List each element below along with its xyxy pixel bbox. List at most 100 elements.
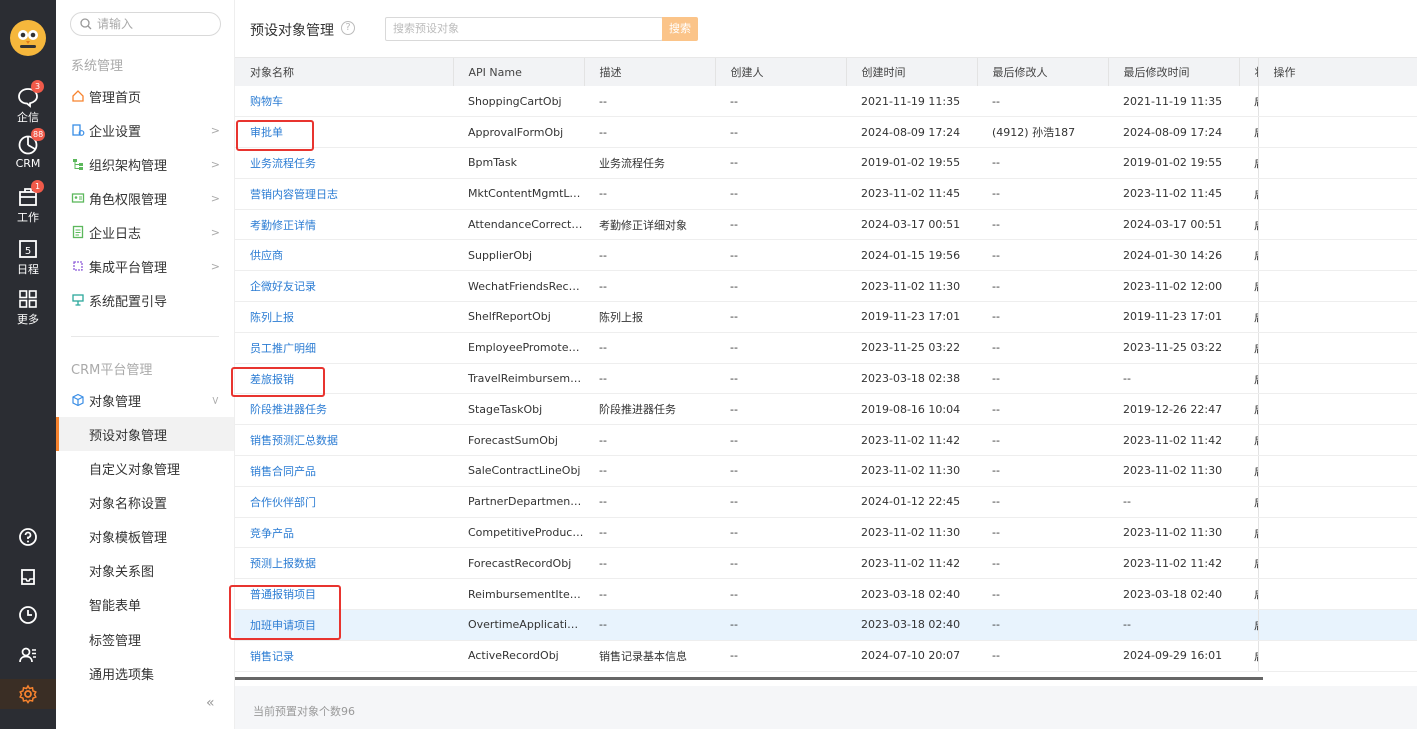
object-name-link[interactable]: 预测上报数据 — [235, 547, 453, 580]
sidebar-sub-preset-objects[interactable]: 预设对象管理 — [56, 417, 234, 451]
sidebar-search-input[interactable] — [97, 16, 215, 32]
sidebar-item-config-guide[interactable]: 系统配置引导 — [56, 283, 234, 317]
table-row[interactable]: 陈列上报 ShelfReportObj 陈列上报 -- 2019-11-23 17:01… — [235, 301, 1417, 333]
object-name-link[interactable]: 合作伙伴部门 — [235, 486, 453, 518]
collapse-sidebar-button[interactable]: « — [206, 695, 215, 711]
table-cell: -- — [715, 301, 846, 333]
object-name-link[interactable]: 购物车 — [235, 86, 453, 118]
table-cell: -- — [977, 547, 1108, 580]
sidebar-sub-custom-objects[interactable]: 自定义对象管理 — [56, 451, 234, 485]
help-circle-icon[interactable]: ? — [341, 21, 355, 35]
table-cell: 启 — [1239, 547, 1258, 580]
row-actions-cell[interactable] — [1257, 578, 1417, 611]
object-name-link[interactable]: 销售记录 — [235, 640, 453, 672]
sidebar-sub-option-sets[interactable]: 通用选项集 — [56, 656, 234, 690]
object-name-link[interactable]: 供应商 — [235, 239, 453, 272]
sidebar-item-logs[interactable]: 企业日志 > — [56, 215, 234, 249]
sidebar-sub-object-names[interactable]: 对象名称设置 — [56, 485, 234, 519]
table-row[interactable]: 考勤修正详情 AttendanceCorrectD... 考勤修正详细对象 -- 202… — [235, 209, 1417, 241]
table-row[interactable]: 竞争产品CompetitiveProductsObj----2023-11-02… — [235, 517, 1417, 549]
sidebar-sub-object-relations[interactable]: 对象关系图 — [56, 553, 234, 587]
table-row[interactable]: 普通报销项目ReimbursementItemObj----2023-03-18… — [235, 578, 1417, 611]
row-actions-cell[interactable] — [1257, 178, 1417, 210]
object-search-input[interactable] — [393, 22, 653, 35]
object-name-link[interactable]: 员工推广明细 — [235, 332, 453, 364]
help-button[interactable] — [0, 522, 56, 552]
table-cell: BpmTask — [453, 147, 584, 179]
table-row[interactable]: 员工推广明细EmployeePromoteDet...----2023-11-2… — [235, 332, 1417, 364]
inbox-button[interactable] — [0, 562, 56, 592]
table-row[interactable]: 销售合同产品 SaleContractLineObj -- -- 2023-11-02 … — [235, 455, 1417, 487]
row-actions-cell[interactable] — [1257, 363, 1417, 395]
sidebar-item-org[interactable]: 组织架构管理 > — [56, 147, 234, 181]
object-name-link[interactable]: 企微好友记录 — [235, 270, 453, 303]
rail-item-crm[interactable]: 88 CRM — [0, 128, 56, 170]
object-name-link[interactable]: 营销内容管理日志 — [235, 178, 453, 210]
table-cell: SupplierObj — [453, 239, 584, 272]
object-name-link[interactable]: 陈列上报 — [235, 301, 453, 333]
object-name-link[interactable]: 竞争产品 — [235, 517, 453, 549]
table-row[interactable]: 阶段推进器任务 StageTaskObj 阶段推进器任务 -- 2019-08-16 1… — [235, 393, 1417, 426]
table-cell: -- — [977, 640, 1108, 672]
object-name-link[interactable]: 销售预测汇总数据 — [235, 424, 453, 457]
table-row[interactable]: 审批单 ApprovalFormObj -- -- 2024-08-09 17:24 (… — [235, 116, 1417, 149]
app-logo[interactable] — [10, 20, 46, 56]
row-actions-cell[interactable] — [1257, 424, 1417, 457]
table-row[interactable]: 加班申请项目OvertimeApplicationIt...----2023-0… — [235, 609, 1417, 641]
rail-item-more[interactable]: 更多 — [0, 288, 56, 327]
rail-item-chat[interactable]: 3 企信 — [0, 80, 56, 125]
table-cell: -- — [584, 178, 715, 210]
rail-item-calendar[interactable]: 5 日程 — [0, 238, 56, 277]
table-row[interactable]: 供应商 SupplierObj -- -- 2024-01-15 19:56 -- 2024… — [235, 239, 1417, 272]
sidebar-item-company-settings[interactable]: 企业设置 > — [56, 113, 234, 147]
object-name-link[interactable]: 考勤修正详情 — [235, 209, 453, 241]
object-name-link[interactable]: 业务流程任务 — [235, 147, 453, 179]
row-actions-cell[interactable] — [1257, 547, 1417, 580]
table-row[interactable]: 合作伙伴部门 PartnerDepartmentObj -- -- 2024-01-12… — [235, 486, 1417, 518]
row-actions-cell[interactable] — [1257, 609, 1417, 641]
row-actions-cell[interactable] — [1257, 517, 1417, 549]
object-name-link[interactable]: 销售合同产品 — [235, 455, 453, 487]
row-actions-cell[interactable] — [1257, 393, 1417, 426]
sidebar-sub-object-templates[interactable]: 对象模板管理 — [56, 519, 234, 553]
row-actions-cell[interactable] — [1257, 301, 1417, 333]
sidebar-search[interactable] — [70, 12, 221, 36]
row-actions-cell[interactable] — [1257, 332, 1417, 364]
settings-button[interactable] — [0, 679, 56, 709]
table-row[interactable]: 业务流程任务 BpmTask 业务流程任务 -- 2019-01-02 19:55 -- 2… — [235, 147, 1417, 179]
sidebar-item-object-mgmt[interactable]: 对象管理 > — [56, 383, 234, 417]
row-actions-cell[interactable] — [1257, 486, 1417, 518]
table-row[interactable]: 销售记录 ActiveRecordObj 销售记录基本信息 -- 2024-07-10 … — [235, 640, 1417, 672]
table-row[interactable]: 销售预测汇总数据 ForecastSumObj -- -- 2023-11-02 11:… — [235, 424, 1417, 457]
row-actions-cell[interactable] — [1257, 147, 1417, 179]
table-row[interactable]: 营销内容管理日志MktContentMgmtLogObj----2023-11-… — [235, 178, 1417, 210]
row-actions-cell[interactable] — [1257, 455, 1417, 487]
rail-item-work[interactable]: 1 工作 — [0, 180, 56, 225]
sidebar-sub-tags[interactable]: 标签管理 — [56, 622, 234, 656]
row-actions-cell[interactable] — [1257, 239, 1417, 272]
history-button[interactable] — [0, 600, 56, 630]
sidebar-item-integration[interactable]: 集成平台管理 > — [56, 249, 234, 283]
table-row[interactable]: 企微好友记录 WechatFriendsRecor... -- -- 2023-11-0… — [235, 270, 1417, 303]
row-actions-cell[interactable] — [1257, 209, 1417, 241]
search-button[interactable]: 搜索 — [662, 17, 698, 41]
object-search-box[interactable] — [385, 17, 663, 41]
sidebar-item-roles[interactable]: 角色权限管理 > — [56, 181, 234, 215]
object-name-link[interactable]: 阶段推进器任务 — [235, 393, 453, 426]
table-cell: 2023-11-02 11:42 — [1108, 424, 1239, 457]
sidebar-item-admin-home[interactable]: 管理首页 — [56, 79, 234, 113]
row-actions-cell[interactable] — [1257, 86, 1417, 118]
horizontal-scrollbar[interactable] — [235, 677, 1263, 680]
table-cell: -- — [715, 578, 846, 611]
table-cell: ForecastRecordObj — [453, 547, 584, 580]
table-row[interactable]: 预测上报数据 ForecastRecordObj -- -- 2023-11-02 11… — [235, 547, 1417, 580]
table-cell: -- — [584, 486, 715, 518]
row-actions-cell[interactable] — [1257, 270, 1417, 303]
contacts-button[interactable] — [0, 640, 56, 670]
table-row[interactable]: 购物车 ShoppingCartObj -- -- 2021-11-19 11:35 --… — [235, 86, 1417, 118]
row-actions-cell[interactable] — [1257, 116, 1417, 149]
table-cell: -- — [715, 178, 846, 210]
row-actions-cell[interactable] — [1257, 640, 1417, 672]
table-row[interactable]: 差旅报销 TravelReimbursemen... -- -- 2023-03-18 … — [235, 363, 1417, 395]
sidebar-sub-smart-forms[interactable]: 智能表单 — [56, 587, 234, 621]
